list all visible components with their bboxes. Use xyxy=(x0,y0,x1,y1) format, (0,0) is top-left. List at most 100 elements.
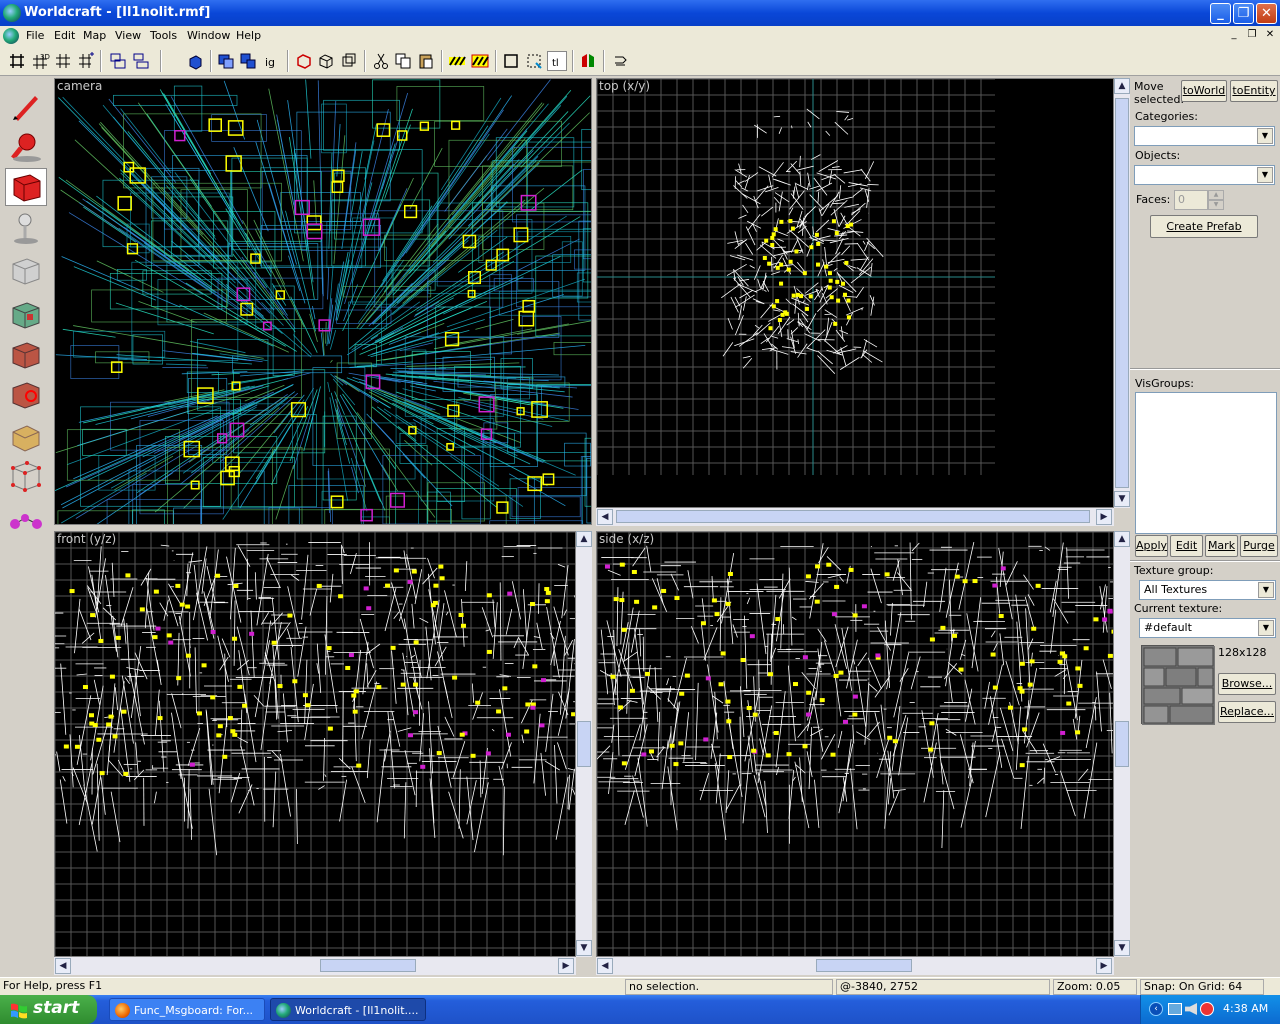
faces-field[interactable]: 0 xyxy=(1174,190,1208,210)
chevron-down-icon[interactable]: ▼ xyxy=(1257,167,1273,183)
menu-help[interactable]: Help xyxy=(236,29,261,42)
vertex-tool-icon[interactable] xyxy=(5,458,47,496)
flat-cube-icon[interactable] xyxy=(339,51,359,71)
texture-lock-icon[interactable] xyxy=(294,51,314,71)
select-dashed-icon[interactable] xyxy=(524,51,544,71)
hide-entities-icon[interactable] xyxy=(185,51,205,71)
start-button[interactable]: start xyxy=(0,995,97,1024)
path-tool-icon[interactable] xyxy=(5,502,47,540)
top-vscroll-thumb[interactable] xyxy=(1115,98,1129,488)
scroll-left-icon[interactable]: ◀ xyxy=(597,958,613,974)
worldcraft-app-icon[interactable] xyxy=(3,4,21,22)
to-world-button[interactable]: toWorld xyxy=(1181,80,1227,102)
front-viewport[interactable]: front (y/z) xyxy=(54,531,576,957)
magnify-tool-icon[interactable] xyxy=(5,128,47,166)
show-hidden-icon[interactable] xyxy=(470,51,490,71)
network-icon[interactable] xyxy=(1168,1003,1182,1015)
copy-icon[interactable] xyxy=(393,51,413,71)
run-map-icon[interactable] xyxy=(611,51,631,71)
clip-tool-icon[interactable] xyxy=(5,418,47,456)
visgroups-list[interactable] xyxy=(1135,392,1277,534)
scroll-right-icon[interactable]: ▶ xyxy=(558,958,574,974)
mdi-restore-icon[interactable]: ❐ xyxy=(1244,28,1260,42)
hide-selection-icon[interactable] xyxy=(447,51,467,71)
chevron-down-icon[interactable]: ▼ xyxy=(1258,582,1274,598)
purge-button[interactable]: Purge xyxy=(1240,535,1278,557)
menu-tools[interactable]: Tools xyxy=(150,29,177,42)
ungroup-icon[interactable] xyxy=(131,51,151,71)
tray-expand-icon[interactable]: ‹ xyxy=(1149,1002,1163,1016)
grid-3d-icon[interactable]: 3D xyxy=(30,51,50,71)
front-viewport-vscrollbar[interactable]: ▲ ▼ xyxy=(576,531,592,957)
categories-select[interactable]: ▼ xyxy=(1134,126,1275,146)
top-hscroll-thumb[interactable] xyxy=(616,510,1090,523)
texture-group-select[interactable]: All Textures ▼ xyxy=(1139,580,1276,600)
chevron-down-icon[interactable]: ▼ xyxy=(1258,620,1274,636)
volume-icon[interactable] xyxy=(1185,1003,1197,1015)
mdi-minimize-icon[interactable]: _ xyxy=(1226,28,1242,42)
task-worldcraft[interactable]: Worldcraft - [Il1nolit.... xyxy=(270,998,426,1021)
replace-button[interactable]: Replace... xyxy=(1218,701,1276,723)
grid-toggle-icon[interactable] xyxy=(7,51,27,71)
browse-button[interactable]: Browse... xyxy=(1218,673,1276,695)
selection-tool-icon[interactable] xyxy=(5,88,47,126)
scroll-right-icon[interactable]: ▶ xyxy=(1096,509,1112,525)
flip-icon[interactable] xyxy=(578,51,598,71)
side-viewport-vscrollbar[interactable]: ▲ ▼ xyxy=(1114,531,1130,957)
camera-viewport[interactable]: camera xyxy=(54,78,592,525)
cut-icon[interactable] xyxy=(371,51,391,71)
top-viewport[interactable]: top (x/y) xyxy=(596,78,1114,508)
apply-texture-icon[interactable] xyxy=(5,336,47,374)
top-viewport-vscrollbar[interactable]: ▲ ▼ xyxy=(1114,78,1130,508)
minimize-button[interactable]: _ xyxy=(1210,3,1231,24)
menu-map[interactable]: Map xyxy=(83,29,106,42)
security-alert-icon[interactable] xyxy=(1200,1002,1214,1016)
carve-icon[interactable] xyxy=(216,51,236,71)
texture-application-icon[interactable] xyxy=(5,296,47,334)
wireframe-cube-icon[interactable] xyxy=(316,51,336,71)
side-vscroll-thumb[interactable] xyxy=(1115,721,1129,767)
document-icon[interactable] xyxy=(3,28,19,44)
chevron-down-icon[interactable]: ▼ xyxy=(1257,128,1273,144)
mark-button[interactable]: Mark xyxy=(1205,535,1238,557)
side-viewport[interactable]: side (x/z) xyxy=(596,531,1114,957)
faces-up-icon[interactable]: ▲ xyxy=(1208,190,1224,200)
camera-tool-icon[interactable] xyxy=(5,168,47,206)
close-button[interactable]: ✕ xyxy=(1256,3,1277,24)
edit-button[interactable]: Edit xyxy=(1170,535,1203,557)
maximize-button[interactable]: ❐ xyxy=(1233,3,1254,24)
scroll-right-icon[interactable]: ▶ xyxy=(1096,958,1112,974)
paste-icon[interactable] xyxy=(416,51,436,71)
menu-view[interactable]: View xyxy=(115,29,141,42)
texture-lock-tl-icon[interactable]: tl xyxy=(547,51,567,71)
to-entity-button[interactable]: toEntity xyxy=(1230,80,1278,102)
scroll-down-icon[interactable]: ▼ xyxy=(1114,940,1130,956)
mdi-close-icon[interactable]: ✕ xyxy=(1262,28,1278,42)
block-tool-icon[interactable] xyxy=(5,252,47,290)
scroll-up-icon[interactable]: ▲ xyxy=(576,531,592,547)
menu-edit[interactable]: Edit xyxy=(54,29,75,42)
top-viewport-hscrollbar[interactable]: ◀ ▶ xyxy=(596,508,1114,526)
decal-tool-icon[interactable] xyxy=(5,376,47,414)
scroll-up-icon[interactable]: ▲ xyxy=(1114,531,1130,547)
title-bar[interactable]: Worldcraft - [Il1nolit.rmf] _ ❐ ✕ xyxy=(0,0,1280,26)
faces-down-icon[interactable]: ▼ xyxy=(1208,200,1224,210)
select-box-icon[interactable] xyxy=(501,51,521,71)
front-vscroll-thumb[interactable] xyxy=(577,721,591,767)
apply-button[interactable]: Apply xyxy=(1135,535,1168,557)
create-prefab-button[interactable]: Create Prefab xyxy=(1150,215,1258,238)
grid-larger-icon[interactable] xyxy=(76,51,96,71)
scroll-down-icon[interactable]: ▼ xyxy=(576,940,592,956)
task-func-msgboard[interactable]: Func_Msgboard: For... xyxy=(109,998,265,1021)
menu-window[interactable]: Window xyxy=(187,29,230,42)
hollow-icon[interactable] xyxy=(238,51,258,71)
menu-file[interactable]: File xyxy=(26,29,44,42)
current-texture-select[interactable]: #default ▼ xyxy=(1139,618,1276,638)
grid-smaller-icon[interactable] xyxy=(53,51,73,71)
objects-select[interactable]: ▼ xyxy=(1134,165,1275,185)
side-hscroll-thumb[interactable] xyxy=(816,959,912,972)
entity-tool-icon[interactable] xyxy=(5,210,47,248)
front-hscroll-thumb[interactable] xyxy=(320,959,416,972)
scroll-up-icon[interactable]: ▲ xyxy=(1114,78,1130,94)
front-viewport-hscrollbar[interactable]: ◀ ▶ xyxy=(54,957,576,975)
